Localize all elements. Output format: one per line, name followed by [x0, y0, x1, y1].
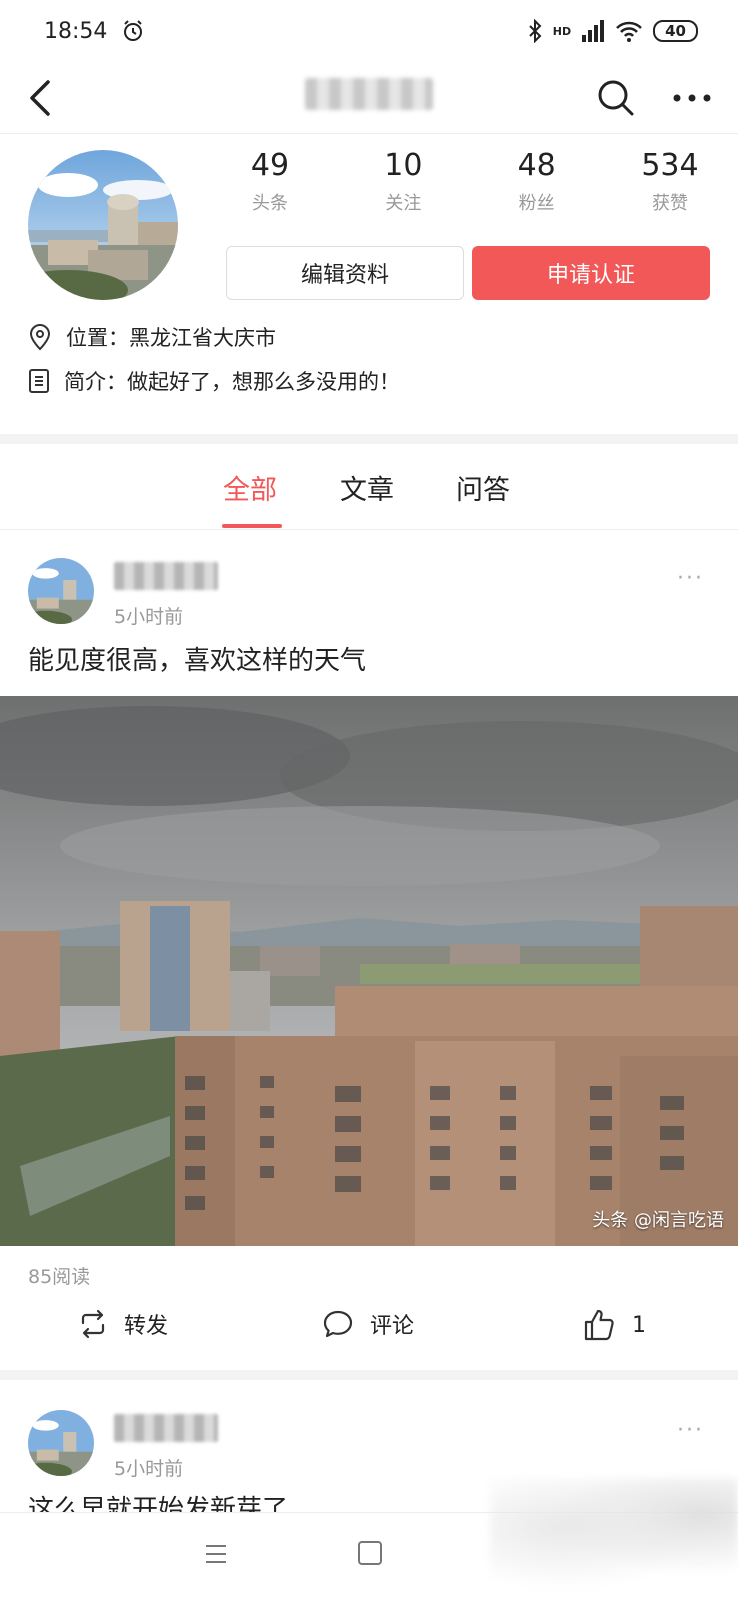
post-more-icon[interactable]: ···	[677, 1418, 704, 1443]
status-time: 18:54	[44, 18, 108, 44]
bluetooth-icon	[529, 19, 542, 43]
repost-label: 转发	[124, 1314, 169, 1339]
comment-button[interactable]: 评论	[322, 1308, 414, 1340]
document-icon	[29, 369, 49, 393]
top-nav-bar	[0, 62, 738, 134]
image-watermark: 头条 @闲言吃语	[592, 1210, 724, 1231]
blurred-overlay	[490, 1478, 738, 1600]
bio-text: 简介：做起好了，想那么多没用的！	[64, 370, 400, 394]
stat-value: 49	[250, 148, 290, 183]
comment-label: 评论	[370, 1314, 415, 1339]
stat-label: 获赞	[651, 193, 688, 214]
tab-qa[interactable]: 问答	[456, 468, 510, 507]
section-divider	[0, 434, 738, 444]
like-button[interactable]: 1	[582, 1308, 646, 1342]
edit-profile-button[interactable]: 编辑资料	[226, 246, 464, 300]
stat-value: 534	[641, 148, 699, 183]
stat-value: 48	[517, 148, 556, 183]
location-text: 位置：黑龙江省大庆市	[66, 326, 276, 350]
battery-level: 40	[653, 20, 698, 42]
blurred-author-name	[114, 562, 218, 590]
blurred-author-name	[114, 1414, 218, 1442]
avatar[interactable]	[28, 1410, 94, 1476]
tab-all[interactable]: 全部	[223, 468, 277, 507]
more-horizontal-icon[interactable]	[672, 92, 712, 104]
post-time: 5小时前	[114, 1458, 184, 1480]
post-time: 5小时前	[114, 606, 184, 628]
blurred-username-title	[305, 78, 433, 110]
thumbs-up-icon	[584, 1309, 614, 1341]
profile-section: 49 头条 10 关注 48 粉丝 534 获赞 编辑资料 申请认证 位置：黑龙…	[0, 134, 738, 434]
post-divider	[0, 1370, 738, 1380]
menu-icon[interactable]	[204, 1543, 228, 1565]
stat-headlines[interactable]: 49 头条	[210, 148, 330, 215]
stat-label: 粉丝	[518, 193, 555, 214]
location-row: 位置：黑龙江省大庆市	[28, 322, 276, 352]
post-more-icon[interactable]: ···	[677, 566, 704, 591]
post-author-header: 5小时前	[28, 558, 218, 629]
repost-button[interactable]: 转发	[78, 1308, 168, 1340]
home-square-icon[interactable]	[358, 1541, 382, 1565]
avatar[interactable]	[28, 558, 94, 624]
status-bar: 18:54 HD 40	[0, 0, 738, 62]
tab-articles[interactable]: 文章	[340, 468, 394, 507]
avatar[interactable]	[28, 150, 178, 300]
active-tab-indicator	[222, 524, 282, 528]
stat-followers[interactable]: 48 粉丝	[477, 148, 597, 215]
chevron-left-icon[interactable]	[26, 78, 56, 118]
location-pin-icon	[29, 324, 51, 351]
post-text[interactable]: 能见度很高，喜欢这样的天气	[28, 640, 366, 677]
apply-verification-button[interactable]: 申请认证	[472, 246, 710, 300]
post-author-header: 5小时前	[28, 1410, 218, 1481]
signal-icon	[582, 20, 605, 42]
comment-icon	[323, 1310, 353, 1338]
network-type: HD	[552, 24, 572, 38]
post-action-bar: 转发 评论 1	[0, 1296, 738, 1360]
wifi-icon	[616, 21, 643, 42]
bio-row: 简介：做起好了，想那么多没用的！	[28, 366, 400, 396]
stat-following[interactable]: 10 关注	[343, 148, 463, 215]
like-count: 1	[632, 1312, 646, 1338]
stat-label: 头条	[252, 193, 288, 214]
read-count: 85阅读	[28, 1266, 91, 1288]
repost-icon	[81, 1309, 105, 1339]
alarm-icon	[124, 20, 143, 41]
stat-likes[interactable]: 534 获赞	[610, 148, 730, 215]
post-image[interactable]: 头条 @闲言吃语	[0, 696, 738, 1246]
content-tabs: 全部 文章 问答	[0, 446, 738, 530]
stat-label: 关注	[385, 193, 422, 214]
search-icon[interactable]	[596, 78, 636, 118]
stat-value: 10	[384, 148, 423, 183]
